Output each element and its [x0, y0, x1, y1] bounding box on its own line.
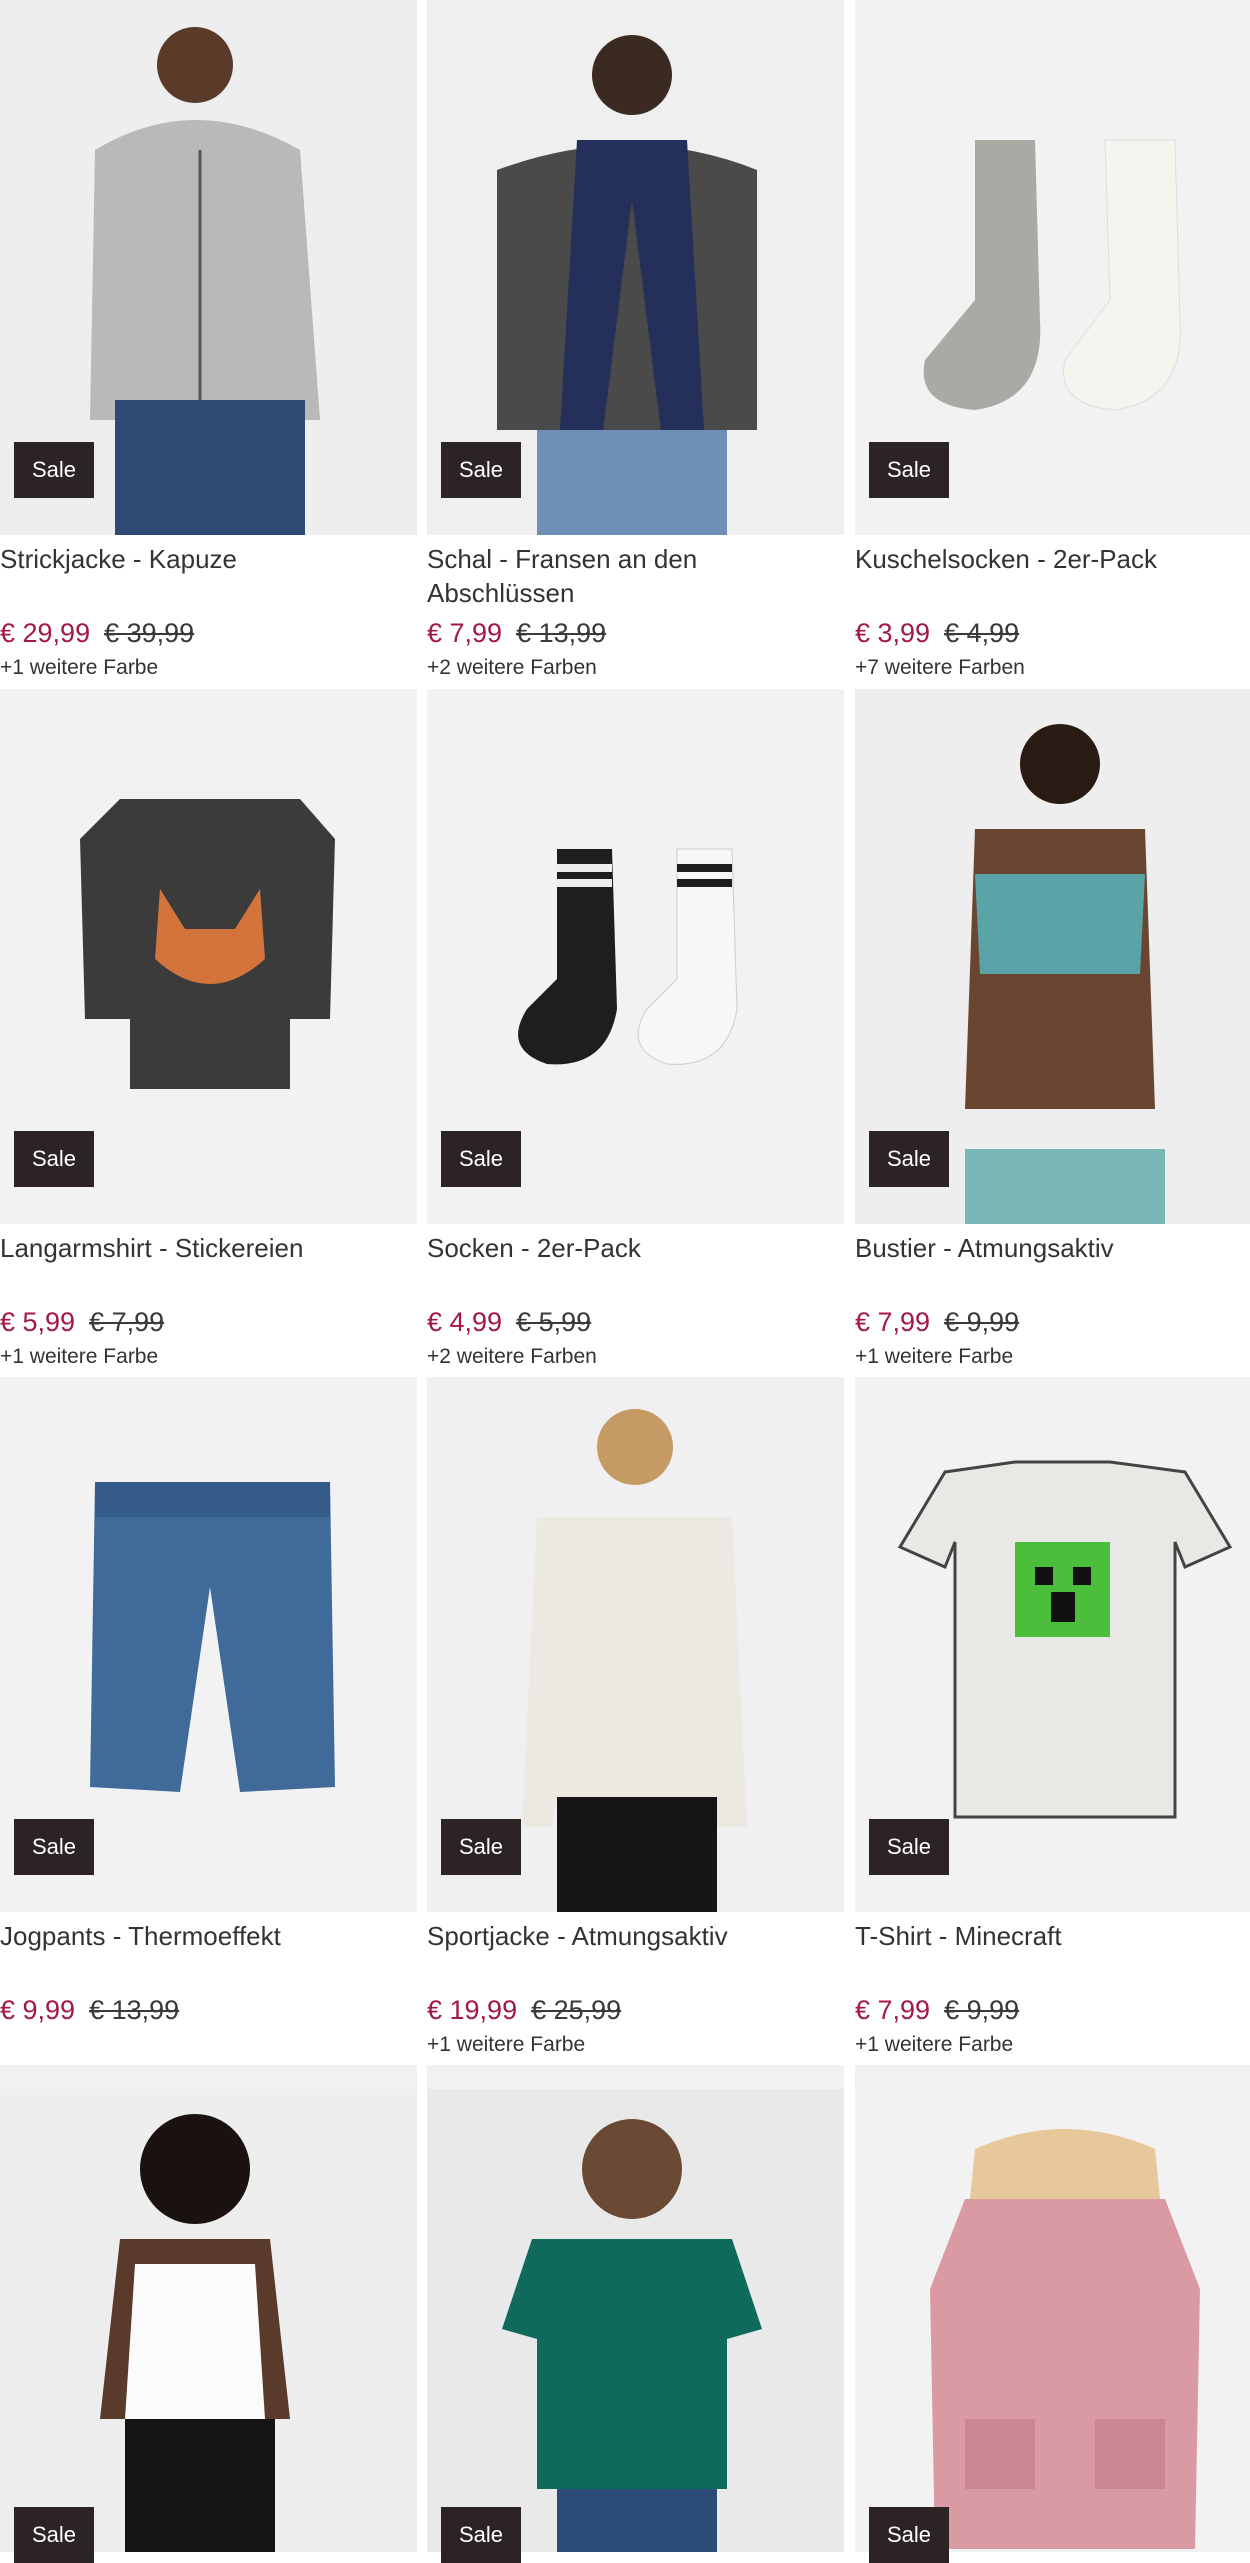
product-card[interactable]: Sale Socken - 2er-Pack € 4,99 € 5,99 +2 w… [427, 689, 844, 1379]
product-name[interactable]: Langarmshirt - Stickereien [0, 1231, 405, 1265]
product-card[interactable]: Sale Langarmshirt - Stickereien € 5,99 € … [0, 689, 417, 1379]
old-price: € 9,99 [944, 1995, 1020, 2025]
color-count[interactable]: +1 weitere Farbe [855, 1344, 1013, 1370]
old-price: € 13,99 [89, 1995, 180, 2025]
color-count[interactable]: +1 weitere Farbe [427, 2032, 585, 2058]
color-count[interactable]: +1 weitere Farbe [0, 655, 158, 681]
sale-badge: Sale [441, 2507, 521, 2563]
sale-badge: Sale [14, 1819, 94, 1875]
old-price: € 13,99 [516, 618, 607, 648]
product-name[interactable]: Jogpants - Thermoeffekt [0, 1919, 405, 1953]
sale-price: € 7,99 [855, 1995, 931, 2025]
price-row: € 3,99 € 4,99 [855, 615, 1019, 651]
old-price: € 25,99 [531, 1995, 622, 2025]
old-price: € 7,99 [89, 1307, 165, 1337]
product-card[interactable]: Sale Jogpants - Thermoeffekt € 9,99 € 13,… [0, 1377, 417, 2067]
white-tanktop-image[interactable] [0, 2065, 417, 2552]
product-name[interactable]: Bustier - Atmungsaktiv [855, 1231, 1250, 1265]
sale-price: € 19,99 [427, 1995, 518, 2025]
price-row: € 7,99 € 9,99 [855, 1304, 1019, 1340]
old-price: € 5,99 [516, 1307, 592, 1337]
price-row: € 9,99 € 13,99 [0, 1992, 179, 2028]
sale-price: € 9,99 [0, 1995, 76, 2025]
sale-price: € 7,99 [855, 1307, 931, 1337]
sale-price: € 7,99 [427, 618, 503, 648]
product-name[interactable]: Schal - Fransen an den Abschlüssen [427, 542, 832, 610]
product-card[interactable]: Sale Kuschelsocken - 2er-Pack € 3,99 € 4,… [855, 0, 1250, 690]
price-row: € 7,99 € 13,99 [427, 615, 606, 651]
sale-badge: Sale [441, 442, 521, 498]
sale-badge: Sale [14, 442, 94, 498]
color-count[interactable]: +1 weitere Farbe [855, 2032, 1013, 2058]
sale-price: € 4,99 [427, 1307, 503, 1337]
product-card[interactable]: Sale Bustier - Atmungsaktiv € 7,99 € 9,99… [855, 689, 1250, 1379]
sale-price: € 3,99 [855, 618, 931, 648]
price-row: € 7,99 € 9,99 [855, 1992, 1019, 2028]
pink-parka-image[interactable] [855, 2065, 1250, 2552]
sale-badge: Sale [441, 1819, 521, 1875]
sale-badge: Sale [869, 2507, 949, 2563]
product-card[interactable]: Sale [427, 2065, 844, 2563]
product-name[interactable]: Sportjacke - Atmungsaktiv [427, 1919, 832, 1953]
price-row: € 5,99 € 7,99 [0, 1304, 164, 1340]
price-row: € 4,99 € 5,99 [427, 1304, 591, 1340]
product-name[interactable]: Strickjacke - Kapuze [0, 542, 405, 576]
price-row: € 29,99 € 39,99 [0, 615, 194, 651]
sale-price: € 5,99 [0, 1307, 76, 1337]
product-card[interactable]: Sale [855, 2065, 1250, 2563]
product-card[interactable]: Sale T-Shirt - Minecraft € 7,99 € 9,99 +1… [855, 1377, 1250, 2067]
old-price: € 9,99 [944, 1307, 1020, 1337]
sale-badge: Sale [14, 2507, 94, 2563]
sale-badge: Sale [869, 1819, 949, 1875]
sale-price: € 29,99 [0, 618, 91, 648]
green-tshirt-image[interactable] [427, 2065, 844, 2552]
product-card[interactable]: Sale [0, 2065, 417, 2563]
color-count[interactable]: +7 weitere Farben [855, 655, 1025, 681]
product-name[interactable]: T-Shirt - Minecraft [855, 1919, 1250, 1953]
color-count[interactable]: +2 weitere Farben [427, 1344, 597, 1370]
product-name[interactable]: Kuschelsocken - 2er-Pack [855, 542, 1250, 576]
sale-badge: Sale [14, 1131, 94, 1187]
product-name[interactable]: Socken - 2er-Pack [427, 1231, 832, 1265]
sale-badge: Sale [869, 1131, 949, 1187]
color-count[interactable]: +2 weitere Farben [427, 655, 597, 681]
old-price: € 4,99 [944, 618, 1020, 648]
product-card[interactable]: Sale Schal - Fransen an den Abschlüssen … [427, 0, 844, 690]
sale-badge: Sale [441, 1131, 521, 1187]
sale-badge: Sale [869, 442, 949, 498]
color-count[interactable]: +1 weitere Farbe [0, 1344, 158, 1370]
product-card[interactable]: Sale Strickjacke - Kapuze € 29,99 € 39,99… [0, 0, 417, 690]
product-card[interactable]: Sale Sportjacke - Atmungsaktiv € 19,99 € … [427, 1377, 844, 2067]
old-price: € 39,99 [104, 618, 195, 648]
price-row: € 19,99 € 25,99 [427, 1992, 621, 2028]
